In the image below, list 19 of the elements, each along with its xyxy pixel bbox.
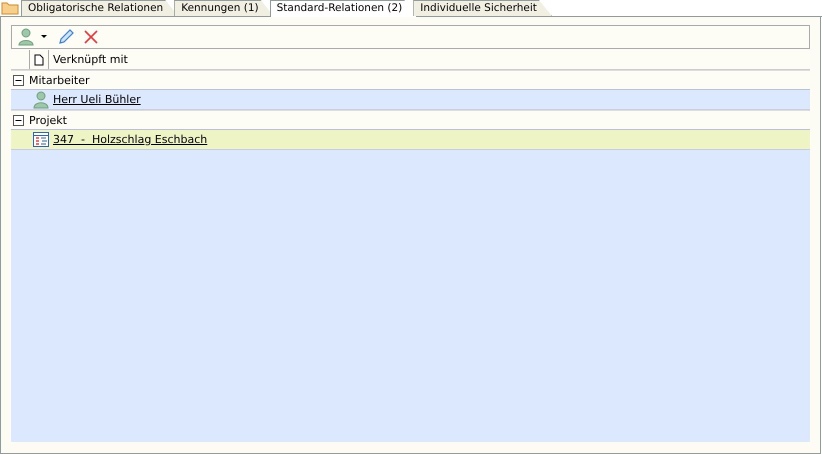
- group-label: Mitarbeiter: [29, 74, 90, 86]
- table-icon: [33, 132, 49, 147]
- pencil-icon[interactable]: [57, 28, 75, 46]
- collapse-icon[interactable]: [13, 74, 24, 86]
- group-label: Projekt: [29, 114, 67, 126]
- tab[interactable]: Standard-Relationen (2): [270, 0, 418, 17]
- document-icon: [34, 54, 44, 66]
- tab[interactable]: Individuelle Sicherheit: [413, 0, 552, 16]
- person-icon: [33, 90, 49, 108]
- column-header[interactable]: Verknüpft mit: [49, 53, 128, 66]
- person-icon[interactable]: [17, 28, 35, 46]
- close-icon[interactable]: [83, 29, 99, 45]
- record-link[interactable]: Herr Ueli Bühler: [51, 93, 141, 106]
- collapse-icon[interactable]: [13, 114, 24, 126]
- caret-icon[interactable]: [41, 35, 47, 39]
- table-row[interactable]: 347 - Holzschlag Eschbach: [11, 130, 810, 150]
- table-row[interactable]: Herr Ueli Bühler: [11, 90, 810, 110]
- folder-icon: [1, 1, 19, 15]
- record-link[interactable]: 347 - Holzschlag Eschbach: [51, 133, 208, 146]
